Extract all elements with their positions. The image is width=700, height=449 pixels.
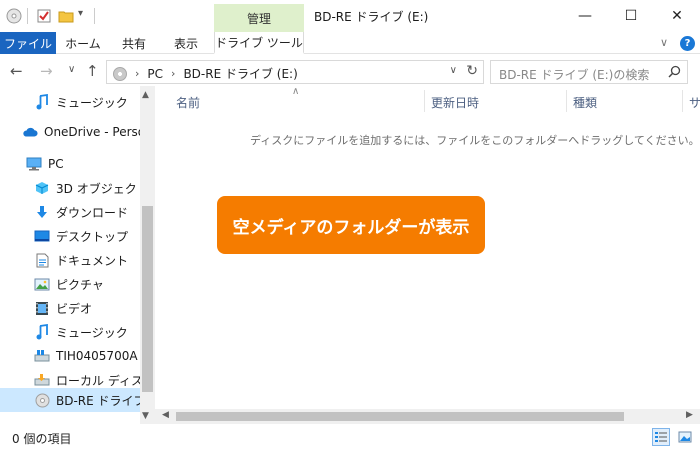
status-bar: 0 個の項目 <box>0 424 700 449</box>
sidebar-item-documents[interactable]: ドキュメント <box>0 248 140 272</box>
music-icon <box>34 324 50 340</box>
up-arrow-icon[interactable]: ↑ <box>86 62 99 80</box>
qa-divider <box>27 8 28 24</box>
sidebar-item-onedrive[interactable]: OneDrive - Personal <box>0 120 140 144</box>
empty-folder-message: ディスクにファイルを追加するには、ファイルをこのフォルダーへドラッグしてください… <box>250 134 700 147</box>
scroll-right-icon[interactable]: ▶ <box>686 410 693 420</box>
sort-ascending-icon: ∧ <box>292 86 300 97</box>
navigation-pane: ミュージック OneDrive - Personal PC 3D オブジェクト … <box>0 86 155 424</box>
3d-object-icon <box>34 180 50 196</box>
sidebar-item-desktop[interactable]: デスクトップ <box>0 224 140 248</box>
column-divider[interactable] <box>682 90 683 112</box>
sidebar-item-downloads[interactable]: ダウンロード <box>0 200 140 224</box>
cloud-icon <box>22 124 38 140</box>
breadcrumb-pc[interactable]: PC <box>147 67 163 81</box>
properties-icon[interactable] <box>36 8 52 24</box>
tab-home[interactable]: ホーム <box>58 32 108 54</box>
annotation-callout: 空メディアのフォルダーが表示 <box>217 196 485 254</box>
search-input[interactable]: BD-RE ドライブ (E:)の検索 <box>490 60 688 84</box>
picture-icon <box>34 276 50 292</box>
customize-toolbar-icon[interactable]: ▾ <box>78 8 83 19</box>
close-button[interactable]: ✕ <box>654 0 700 32</box>
address-bar[interactable]: › PC › BD-RE ドライブ (E:) ∨ ↻ <box>106 60 484 84</box>
breadcrumb-bd-re-drive[interactable]: BD-RE ドライブ (E:) <box>183 65 297 82</box>
local-disk-icon <box>34 372 50 388</box>
forward-arrow-icon[interactable]: → <box>40 62 53 80</box>
column-header-type[interactable]: 種類 <box>573 94 597 111</box>
sidebar-item-label: OneDrive - Personal <box>44 125 140 139</box>
tab-view[interactable]: 表示 <box>160 32 212 54</box>
pc-icon <box>26 156 42 172</box>
column-header-size[interactable]: サイズ <box>689 94 700 111</box>
sidebar-item-label: ビデオ <box>56 301 93 316</box>
disc-drive-icon[interactable] <box>6 8 22 24</box>
scroll-down-icon[interactable]: ▼ <box>142 411 149 421</box>
horizontal-scrollbar-thumb[interactable] <box>176 412 624 421</box>
chevron-right-icon: › <box>171 67 176 80</box>
scroll-up-icon[interactable]: ▲ <box>142 90 149 100</box>
sidebar-item-pictures[interactable]: ピクチャ <box>0 272 140 296</box>
sidebar-item-music-quick[interactable]: ミュージック <box>0 90 140 114</box>
search-placeholder: BD-RE ドライブ (E:)の検索 <box>499 68 650 82</box>
sidebar-item-label: TIH0405700A (C:) <box>56 349 140 363</box>
sidebar-item-label: ミュージック <box>56 95 128 110</box>
details-view-icon[interactable] <box>652 428 670 446</box>
column-divider[interactable] <box>424 90 425 112</box>
sidebar-item-label: ピクチャ <box>56 277 104 292</box>
download-icon <box>34 204 50 220</box>
column-header-date-modified[interactable]: 更新日時 <box>431 94 479 111</box>
tab-file[interactable]: ファイル <box>0 32 56 54</box>
maximize-button[interactable]: ☐ <box>608 0 654 32</box>
large-icons-view-icon[interactable] <box>676 428 694 446</box>
sidebar-item-pc[interactable]: PC <box>0 152 140 176</box>
tab-share[interactable]: 共有 <box>110 32 158 54</box>
search-icon[interactable] <box>668 65 681 82</box>
desktop-icon <box>34 228 50 244</box>
expand-ribbon-icon[interactable]: ∨ <box>660 36 668 49</box>
document-icon <box>34 252 50 268</box>
music-icon <box>34 94 50 110</box>
chevron-right-icon: › <box>135 67 140 80</box>
column-divider[interactable] <box>566 90 567 112</box>
sidebar-item-label: デスクトップ <box>56 229 129 244</box>
ribbon-tabs: ファイル ホーム 共有 表示 ドライブ ツール ∨ ? <box>0 32 700 54</box>
item-count: 0 個の項目 <box>12 432 72 446</box>
refresh-icon[interactable]: ↻ <box>466 63 478 79</box>
sidebar-item-videos[interactable]: ビデオ <box>0 296 140 320</box>
breadcrumb: › PC › BD-RE ドライブ (E:) <box>113 65 298 82</box>
sidebar-item-label: 3D オブジェクト <box>56 181 140 196</box>
video-icon <box>34 300 50 316</box>
sidebar-item-label: ドキュメント <box>56 253 129 268</box>
recent-locations-icon[interactable]: ∨ <box>68 64 75 75</box>
sidebar-item-label: ダウンロード <box>56 205 129 220</box>
sidebar-item-label: BD-RE ドライブ (E:) <box>56 393 140 408</box>
tab-manage[interactable]: 管理 <box>214 4 304 32</box>
address-dropdown-icon[interactable]: ∨ <box>450 65 457 76</box>
sidebar-item-drive-e[interactable]: BD-RE ドライブ (E:) <box>0 388 140 412</box>
disc-icon <box>113 66 127 81</box>
minimize-button[interactable]: — <box>562 0 608 32</box>
tab-drive-tools[interactable]: ドライブ ツール <box>214 32 304 54</box>
windows-drive-icon <box>34 348 50 364</box>
title-bar: ▾ 管理 BD-RE ドライブ (E:) — ☐ ✕ <box>0 0 700 32</box>
sidebar-item-drive-c[interactable]: TIH0405700A (C:) <box>0 344 140 368</box>
sidebar-item-label: ミュージック <box>56 325 128 340</box>
column-header-name[interactable]: 名前 <box>176 94 200 111</box>
qa-divider <box>94 8 95 24</box>
disc-icon <box>34 392 50 408</box>
window-title: BD-RE ドライブ (E:) <box>314 10 429 24</box>
sidebar-item-3d-objects[interactable]: 3D オブジェクト <box>0 176 140 200</box>
back-arrow-icon[interactable]: ← <box>10 62 23 80</box>
sidebar-item-label: ローカル ディスク (D:) <box>56 373 140 388</box>
sidebar-item-label: PC <box>48 157 64 171</box>
sidebar-item-music[interactable]: ミュージック <box>0 320 140 344</box>
help-icon[interactable]: ? <box>680 36 695 51</box>
sidebar-scrollbar-thumb[interactable] <box>142 206 153 392</box>
scroll-left-icon[interactable]: ◀ <box>162 410 169 420</box>
new-folder-icon[interactable] <box>58 8 74 24</box>
